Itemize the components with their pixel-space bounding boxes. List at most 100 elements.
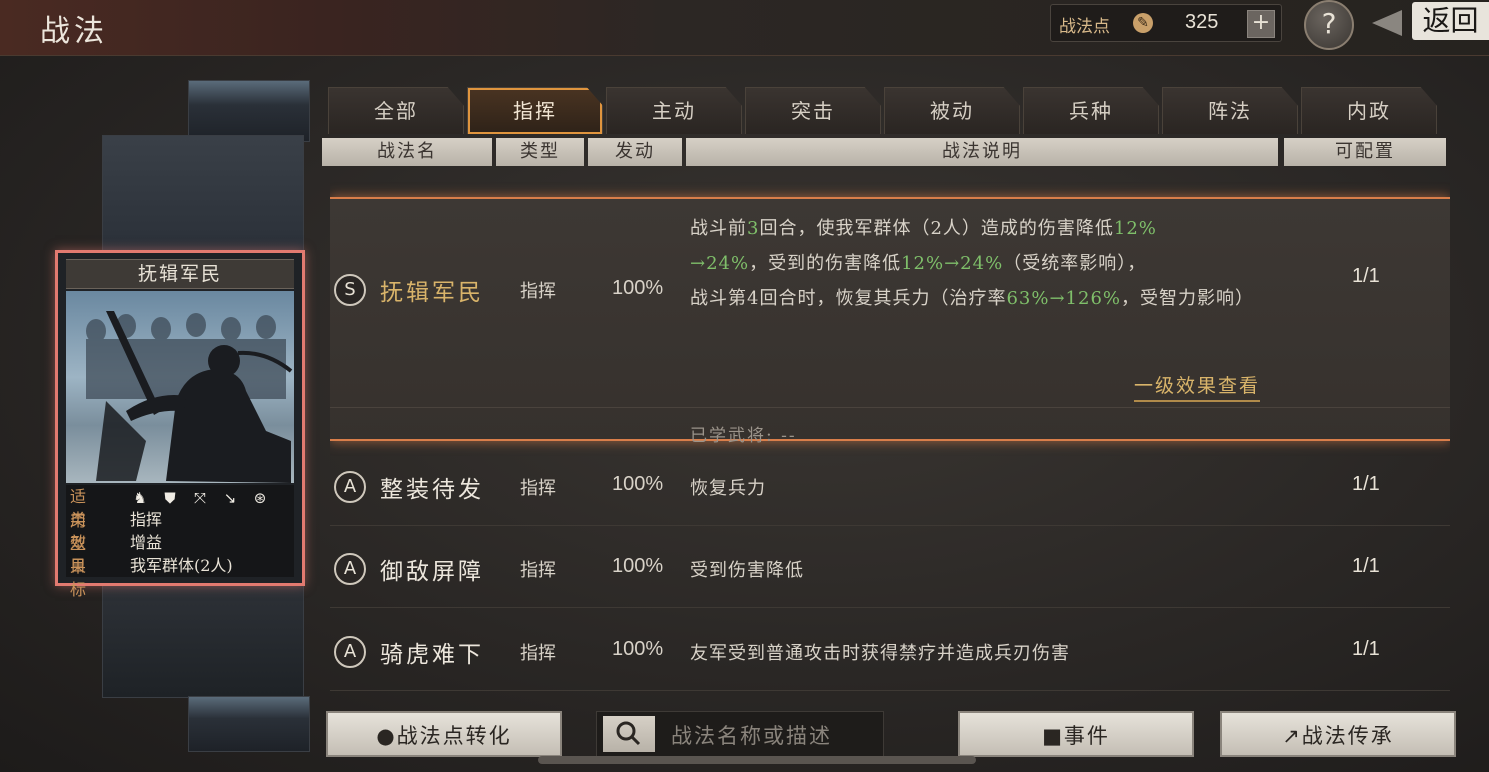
skill-type: 指挥 xyxy=(520,478,556,499)
warrior-silhouette-icon xyxy=(86,311,293,483)
skill-name: 整装待发 xyxy=(380,477,484,503)
tab-assault[interactable]: 突击 xyxy=(745,87,881,134)
skill-list: S 抚辑军民 指挥 100% 战斗前3回合，使我军群体（2人）造成的伤害降低12… xyxy=(330,172,1450,692)
skill-type: 指挥 xyxy=(520,643,556,664)
spear-icon: ↘ xyxy=(223,488,237,507)
help-button[interactable]: ? xyxy=(1304,0,1354,50)
card-info: 适用 ♞ ⛊ ⤧ ↘ ⊛ 类型 指挥 效果 增益 目标 我军群体(2人) xyxy=(66,485,294,599)
selected-skill-card[interactable]: 抚辑军民 适用 ♞ ⛊ ⤧ ↘ ⊛ 类型 指挥 效果 增益 目标 我军群体(2人… xyxy=(55,250,305,599)
brush-icon: ✎ xyxy=(1133,13,1153,33)
flame-icon: ● xyxy=(376,724,397,748)
info-value: 我军群体(2人) xyxy=(130,556,233,575)
skill-points-box: 战法点 ✎ 325 + xyxy=(1050,4,1282,42)
skill-name: 御敌屏障 xyxy=(380,559,484,585)
column-header-config[interactable]: 可配置 xyxy=(1284,138,1446,166)
skill-description: 受到伤害降低 xyxy=(690,560,804,581)
bow-icon: ⤧ xyxy=(193,488,206,507)
level-effect-link[interactable]: 一级效果查看 xyxy=(1134,371,1261,402)
tab-formation[interactable]: 阵法 xyxy=(1162,87,1298,134)
tab-active[interactable]: 主动 xyxy=(606,87,742,134)
desc-number: 12%→24% xyxy=(901,253,1004,274)
skill-name: 抚辑军民 xyxy=(380,280,484,306)
events-label: 事件 xyxy=(1063,724,1110,748)
desc-text: 战斗前 xyxy=(690,218,747,239)
column-header-type[interactable]: 类型 xyxy=(496,138,584,166)
table-header: 战法名 类型 发动 战法说明 可配置 xyxy=(322,138,1448,168)
skill-row[interactable]: A 御敌屏障 指挥 100% 受到伤害降低 1/1 xyxy=(330,529,1450,608)
skill-config: 1/1 xyxy=(1352,555,1380,577)
card-title: 抚辑军民 xyxy=(66,259,294,289)
desc-text: （受统率影响）， xyxy=(1003,253,1147,274)
card-art xyxy=(66,291,294,483)
divider xyxy=(330,407,1450,408)
skill-rate: 100% xyxy=(612,638,664,660)
grade-badge: A xyxy=(334,471,366,503)
skill-points-value: 325 xyxy=(1185,11,1219,33)
add-points-button[interactable]: + xyxy=(1247,10,1275,38)
skill-config: 1/1 xyxy=(1352,265,1380,287)
desc-text: ，受到的伤害降低 xyxy=(749,253,902,274)
info-value: 增益 xyxy=(130,533,163,552)
desc-number: 3 xyxy=(747,218,760,239)
desc-number: 12% xyxy=(1113,218,1157,239)
inherit-skill-label: 战法传承 xyxy=(1301,724,1394,748)
column-header-name[interactable]: 战法名 xyxy=(322,138,492,166)
search-icon xyxy=(616,721,641,746)
tab-troop[interactable]: 兵种 xyxy=(1023,87,1159,134)
skill-rate: 100% xyxy=(612,473,664,495)
skill-row-expanded[interactable]: S 抚辑军民 指挥 100% 战斗前3回合，使我军群体（2人）造成的伤害降低12… xyxy=(330,197,1450,446)
top-bar: 战法 战法点 ✎ 325 + ? 返回 xyxy=(0,0,1489,56)
skill-row[interactable]: A 骑虎难下 指挥 100% 友军受到普通攻击时获得禁疗并造成兵刃伤害 1/1 xyxy=(330,612,1450,691)
back-button[interactable]: 返回 xyxy=(1372,2,1489,42)
card-strip[interactable] xyxy=(102,580,304,698)
desc-text: ，受智力影响） xyxy=(1121,288,1255,309)
skill-config: 1/1 xyxy=(1352,473,1380,495)
learned-generals: 已学武将: -- xyxy=(690,426,797,446)
card-strip[interactable] xyxy=(102,135,304,257)
inherit-skill-button[interactable]: ↗战法传承 xyxy=(1220,711,1456,757)
desc-number: 63%→126% xyxy=(1006,288,1122,309)
desc-text: 战斗第4回合时，恢复其兵力（治疗率 xyxy=(690,288,1007,309)
card-strip[interactable] xyxy=(188,696,310,752)
desc-number: →24% xyxy=(690,253,750,274)
skill-row[interactable]: A 整装待发 指挥 100% 恢复兵力 1/1 xyxy=(330,447,1450,526)
skill-type: 指挥 xyxy=(520,560,556,581)
skill-description: 战斗前3回合，使我军群体（2人）造成的伤害降低12% →24%，受到的伤害降低12… xyxy=(690,211,1290,316)
scroll-indicator[interactable] xyxy=(538,756,976,764)
cavalry-icon: ♞ xyxy=(133,488,147,507)
notice-icon: ■ xyxy=(1042,724,1064,748)
info-key: 目标 xyxy=(70,556,87,599)
tab-domestic[interactable]: 内政 xyxy=(1301,87,1437,134)
wheel-icon: ⊛ xyxy=(253,488,267,507)
shield-icon: ⛊ xyxy=(164,488,176,507)
column-header-trigger[interactable]: 发动 xyxy=(588,138,682,166)
convert-points-label: 战法点转化 xyxy=(396,724,512,748)
desc-text: 回合，使我军群体（2人）造成的伤害降低 xyxy=(759,218,1114,239)
tab-passive[interactable]: 被动 xyxy=(884,87,1020,134)
column-header-description: 战法说明 xyxy=(686,138,1278,166)
skill-name: 骑虎难下 xyxy=(380,642,484,668)
skill-description: 恢复兵力 xyxy=(690,478,766,499)
skill-points-label: 战法点 xyxy=(1059,17,1110,37)
search-box[interactable]: 战法名称或描述 xyxy=(596,711,884,757)
convert-points-button[interactable]: ●战法点转化 xyxy=(326,711,562,757)
skill-config: 1/1 xyxy=(1352,638,1380,660)
category-tabs: 全部 指挥 主动 突击 被动 兵种 阵法 内政 xyxy=(328,87,1438,135)
back-label: 返回 xyxy=(1412,2,1489,40)
skill-rate: 100% xyxy=(612,277,664,299)
grade-badge: A xyxy=(334,636,366,668)
troop-icons: ♞ ⛊ ⤧ ↘ ⊛ xyxy=(130,485,280,509)
hammer-icon: ↗ xyxy=(1282,724,1302,748)
skill-rate: 100% xyxy=(612,555,664,577)
skill-type: 指挥 xyxy=(520,281,556,302)
search-button[interactable] xyxy=(603,716,655,752)
tab-command[interactable]: 指挥 xyxy=(467,87,603,134)
card-strip[interactable] xyxy=(188,80,310,142)
grade-badge: S xyxy=(334,274,366,306)
grade-badge: A xyxy=(334,553,366,585)
search-placeholder: 战法名称或描述 xyxy=(671,724,832,748)
skill-description: 友军受到普通攻击时获得禁疗并造成兵刃伤害 xyxy=(690,643,1070,664)
info-value: 指挥 xyxy=(130,510,163,529)
events-button[interactable]: ■事件 xyxy=(958,711,1194,757)
tab-all[interactable]: 全部 xyxy=(328,87,464,134)
